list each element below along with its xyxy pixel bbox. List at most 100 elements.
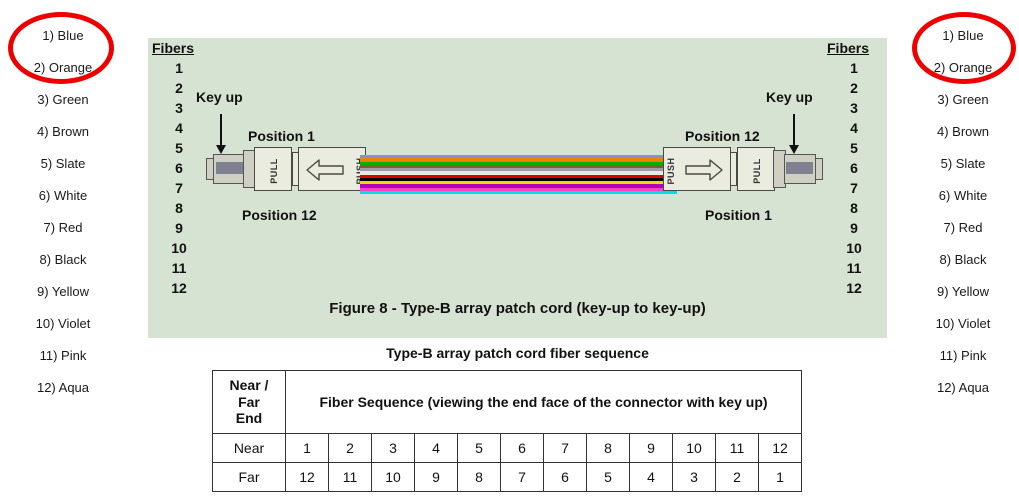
fiber-number: 4 <box>850 120 858 136</box>
fiber-strand-aqua <box>360 190 677 194</box>
push-arrow-right-icon <box>685 159 723 181</box>
row-label: Far <box>212 462 286 492</box>
connector-gap-right <box>730 152 737 186</box>
pull-housing-left: PULL <box>254 147 292 191</box>
header-near-far-end: Near / Far End <box>212 370 286 434</box>
legend-item: 6) White <box>938 188 988 203</box>
legend-item: 9) Yellow <box>36 284 90 299</box>
legend-item: 1) Blue <box>42 28 84 43</box>
figure-panel: Fibers Fibers 1 2 3 4 5 6 7 8 9 10 11 12 1234567891… <box>148 38 887 338</box>
pull-housing-right: PULL <box>737 147 775 191</box>
position-label-right-top: Position 12 <box>685 128 760 144</box>
fiber-position-cell: 8 <box>586 433 630 463</box>
fiber-number: 4 <box>175 120 183 136</box>
legend-item: 5) Slate <box>40 156 86 171</box>
fiber-position-cell: 2 <box>328 433 372 463</box>
legend-item: 9) Yellow <box>936 284 990 299</box>
fiber-number: 5 <box>175 140 183 156</box>
fiber-position-cell: 7 <box>500 462 544 492</box>
fiber-color-legend-left: 1) Blue 2) Orange 3) Green 4) Brown 5) Slate… <box>8 20 118 404</box>
fiber-position-cell: 5 <box>586 462 630 492</box>
fiber-position-cell: 4 <box>629 462 673 492</box>
push-arrow-left-icon <box>306 159 344 181</box>
fiber-sequence-table: Near / Far End Fiber Sequence (viewing the… <box>212 370 802 492</box>
legend-item: 3) Green <box>937 92 989 107</box>
legend-item: 10) Violet <box>935 316 991 331</box>
key-up-label-left: Key up <box>196 89 243 105</box>
fiber-number: 10 <box>171 240 187 256</box>
legend-item: 11) Pink <box>39 348 87 363</box>
header-near-far-line: Far <box>238 393 260 410</box>
fiber-number: 1 <box>850 60 858 76</box>
fiber-position-cell: 10 <box>672 433 716 463</box>
fiber-position-cell: 9 <box>414 462 458 492</box>
fiber-number: 1 <box>175 60 183 76</box>
fiber-number: 2 <box>850 80 858 96</box>
fiber-position-cell: 3 <box>371 433 415 463</box>
fiber-number: 12 <box>171 280 187 296</box>
fiber-number: 6 <box>850 160 858 176</box>
fiber-position-cell: 10 <box>371 462 415 492</box>
table-header-row: Near / Far End Fiber Sequence (viewing the… <box>212 370 802 434</box>
fiber-position-cell: 12 <box>285 462 329 492</box>
fiber-number: 9 <box>850 220 858 236</box>
fiber-number: 11 <box>171 260 187 276</box>
fiber-number: 7 <box>175 180 183 196</box>
fiber-position-cell: 3 <box>672 462 716 492</box>
legend-item: 8) Black <box>939 252 987 267</box>
table-row: Far 12 11 10 9 8 7 6 5 4 3 2 1 <box>212 462 802 492</box>
key-up-arrow-left-icon <box>216 114 226 154</box>
push-housing-left: PUSH <box>298 147 366 191</box>
legend-item: 4) Brown <box>36 124 90 139</box>
fiber-ribbon-cable <box>360 155 677 194</box>
fiber-position-cell: 1 <box>285 433 329 463</box>
legend-item: 2) Orange <box>933 60 993 75</box>
pull-label-right: PULL <box>752 158 762 184</box>
push-label-right: PUSH <box>666 157 676 185</box>
legend-item: 6) White <box>38 188 88 203</box>
fiber-number: 7 <box>850 180 858 196</box>
fiber-number: 6 <box>175 160 183 176</box>
fiber-number: 11 <box>846 260 862 276</box>
fiber-position-cell: 6 <box>500 433 544 463</box>
legend-item: 1) Blue <box>942 28 984 43</box>
boot-tip-right <box>815 158 823 180</box>
push-housing-right: PUSH <box>663 147 731 191</box>
legend-item: 3) Green <box>37 92 89 107</box>
key-up-arrow-right-icon <box>789 114 799 154</box>
position-label-right-bottom: Position 1 <box>705 207 772 223</box>
legend-item: 7) Red <box>943 220 983 235</box>
header-near-far-line: End <box>235 410 263 427</box>
legend-item: 2) Orange <box>33 60 93 75</box>
row-label: Near <box>212 433 286 463</box>
fiber-position-cell: 9 <box>629 433 673 463</box>
fiber-position-cell: 12 <box>758 433 802 463</box>
fiber-color-legend-right: 1) Blue 2) Orange 3) Green 4) Brown 5) Slate… <box>908 20 1018 404</box>
legend-item: 10) Violet <box>35 316 91 331</box>
table-title: Type-B array patch cord fiber sequence <box>386 345 649 361</box>
legend-item: 11) Pink <box>939 348 987 363</box>
boot-core-right <box>786 162 813 174</box>
fiber-position-cell: 7 <box>543 433 587 463</box>
header-fiber-sequence: Fiber Sequence (viewing the end face of … <box>285 370 802 434</box>
fiber-position-cell: 5 <box>457 433 501 463</box>
fiber-position-cell: 1 <box>758 462 802 492</box>
fiber-number: 8 <box>175 200 183 216</box>
table-row: Near 1 2 3 4 5 6 7 8 9 10 11 12 <box>212 433 802 463</box>
legend-item: 5) Slate <box>940 156 986 171</box>
legend-item: 4) Brown <box>936 124 990 139</box>
fiber-position-cell: 4 <box>414 433 458 463</box>
legend-item: 12) Aqua <box>936 380 990 395</box>
fiber-position-cell: 11 <box>328 462 372 492</box>
fiber-number: 3 <box>850 100 858 116</box>
fiber-number: 5 <box>850 140 858 156</box>
fiber-position-cell: 6 <box>543 462 587 492</box>
fiber-number: 9 <box>175 220 183 236</box>
fiber-position-cell: 11 <box>715 433 759 463</box>
fibers-heading-right: Fibers <box>827 40 870 56</box>
fibers-heading-left: Fibers <box>152 40 195 56</box>
key-up-label-right: Key up <box>766 89 813 105</box>
fiber-number: 8 <box>850 200 858 216</box>
figure-caption: Figure 8 - Type-B array patch cord (key-… <box>329 300 706 317</box>
position-label-left-bottom: Position 12 <box>242 207 317 223</box>
